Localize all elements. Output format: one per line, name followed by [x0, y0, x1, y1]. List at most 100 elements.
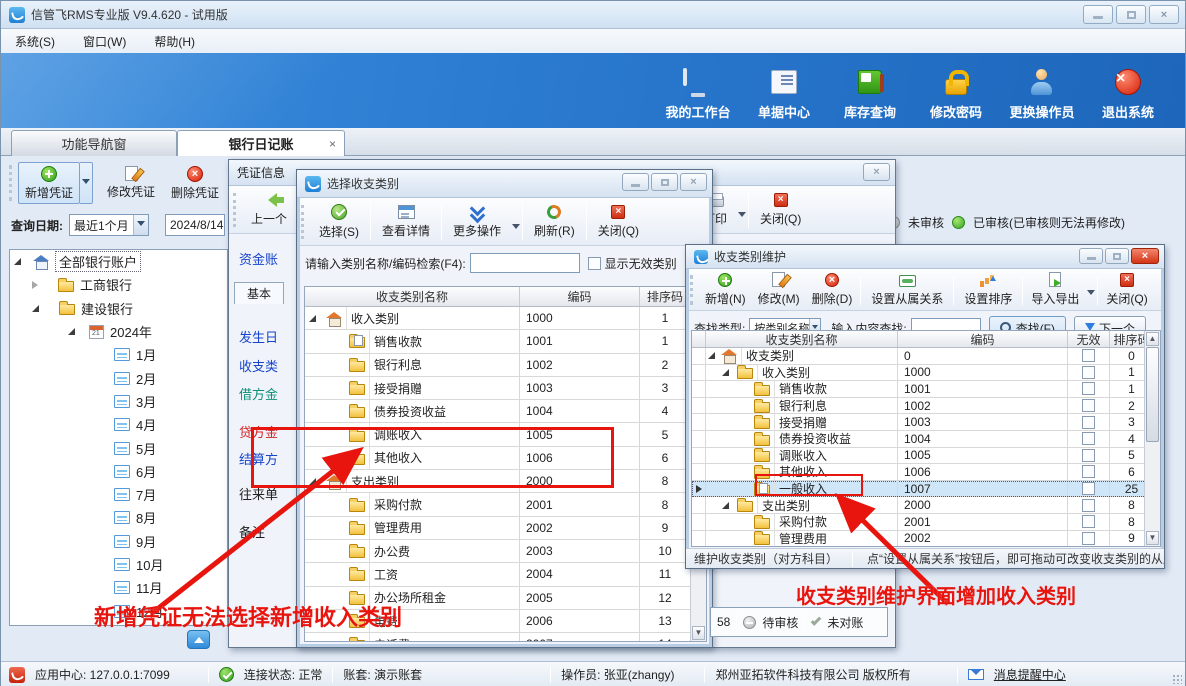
tree-item-2024年[interactable]: 2024年: [10, 320, 227, 343]
more-dropdown-icon[interactable]: [512, 224, 520, 233]
invalid-checkbox[interactable]: [1082, 449, 1095, 462]
expand-icon[interactable]: [32, 305, 39, 312]
import-export-button[interactable]: 导入导出: [1025, 268, 1085, 312]
table-row[interactable]: 工资200411: [305, 563, 706, 586]
voucher-close-toolbar-button[interactable]: × 关闭(Q): [751, 188, 810, 232]
column-header-2[interactable]: 编码: [898, 331, 1068, 347]
banner-nav-4[interactable]: 更换操作员: [999, 67, 1085, 121]
chevron-down-icon[interactable]: [133, 215, 148, 235]
menu-item-0[interactable]: 系统(S): [15, 33, 55, 50]
column-header-1[interactable]: 收支类别名称: [706, 331, 898, 347]
invalid-checkbox[interactable]: [1082, 416, 1095, 429]
expand-icon[interactable]: [708, 352, 715, 359]
refresh-button[interactable]: 刷新(R): [525, 200, 584, 244]
toolbar-drag-handle[interactable]: [690, 275, 693, 305]
scroll-up-icon[interactable]: ▲: [1146, 332, 1159, 346]
impexp-dropdown-icon[interactable]: [1087, 290, 1095, 299]
delete-voucher-button[interactable]: × 删除凭证: [163, 162, 227, 204]
voucher-close-button[interactable]: ×: [863, 163, 890, 181]
table-row[interactable]: 调账收入10055: [692, 448, 1160, 465]
table-row[interactable]: 债券投资收益10044: [305, 400, 706, 423]
dialog-close-toolbar-button[interactable]: × 关闭(Q): [589, 200, 648, 244]
invalid-checkbox[interactable]: [1082, 482, 1095, 495]
message-center-link[interactable]: 消息提醒中心: [994, 666, 1066, 683]
view-detail-button[interactable]: 查看详情: [373, 200, 439, 244]
invalid-checkbox[interactable]: [1082, 432, 1095, 445]
scroll-down-icon[interactable]: ▼: [1146, 531, 1159, 545]
tree-item-10月[interactable]: 10月: [10, 553, 227, 576]
tree-item-6月[interactable]: 6月: [10, 460, 227, 483]
banner-nav-1[interactable]: 单据中心: [741, 67, 827, 121]
table-row[interactable]: 采购付款20018: [692, 514, 1160, 531]
maintain-close-button[interactable]: × 关闭(Q): [1100, 268, 1153, 312]
expand-icon[interactable]: [68, 328, 75, 335]
table-row[interactable]: 接受捐赠10033: [305, 377, 706, 400]
select-button[interactable]: 选择(S): [310, 200, 368, 244]
toolbar-drag-handle[interactable]: [301, 205, 304, 239]
tab-function-nav[interactable]: 功能导航窗: [11, 130, 177, 156]
tab-close-icon[interactable]: ×: [329, 137, 336, 151]
column-header-3[interactable]: 无效: [1068, 331, 1110, 347]
table-row[interactable]: 收入类别10001: [305, 307, 706, 330]
scroll-thumb[interactable]: [1146, 347, 1159, 442]
invalid-checkbox[interactable]: [1082, 366, 1095, 379]
set-relation-button[interactable]: 设置从属关系: [863, 268, 951, 312]
dialog-maximize-button[interactable]: [1105, 248, 1129, 264]
tree-item-全部银行账户[interactable]: 全部银行账户: [10, 250, 227, 273]
query-range-select[interactable]: 最近1个月: [69, 214, 149, 236]
invalid-checkbox[interactable]: [1082, 399, 1095, 412]
tree-item-9月[interactable]: 9月: [10, 530, 227, 553]
table-row[interactable]: 接受捐赠10033: [692, 414, 1160, 431]
invalid-checkbox[interactable]: [1082, 515, 1095, 528]
tree-item-11月[interactable]: 11月: [10, 576, 227, 599]
table-row[interactable]: 收入类别10001: [692, 365, 1160, 382]
toolbar-drag-handle[interactable]: [233, 193, 236, 227]
tab-bank-journal[interactable]: 银行日记账 ×: [177, 130, 345, 156]
table-row[interactable]: 债券投资收益10044: [692, 431, 1160, 448]
vertical-scrollbar[interactable]: ▲▼: [1144, 331, 1160, 546]
toolbar-drag-handle[interactable]: [9, 165, 12, 201]
voucher-tab-basic[interactable]: 基本: [234, 282, 284, 304]
invalid-checkbox[interactable]: [1082, 382, 1095, 395]
banner-nav-3[interactable]: 修改密码: [913, 67, 999, 121]
tree-item-3月[interactable]: 3月: [10, 390, 227, 413]
invalid-checkbox[interactable]: [1082, 465, 1095, 478]
minimize-button[interactable]: [1083, 5, 1113, 24]
close-button[interactable]: ×: [1149, 5, 1179, 24]
table-row[interactable]: 银行利息10022: [692, 398, 1160, 415]
collapse-icon[interactable]: [32, 281, 38, 289]
edit-voucher-button[interactable]: 修改凭证: [99, 162, 163, 204]
table-row[interactable]: 管理费用20029: [692, 531, 1160, 547]
category-search-input[interactable]: [470, 253, 580, 273]
add-voucher-button[interactable]: 新增凭证: [18, 162, 80, 204]
expand-icon[interactable]: [722, 369, 729, 376]
invalid-checkbox[interactable]: [1082, 499, 1095, 512]
table-row[interactable]: 采购付款20018: [305, 493, 706, 516]
add-category-button[interactable]: 新增(N): [699, 268, 752, 312]
tree-item-1月[interactable]: 1月: [10, 343, 227, 366]
column-header-2[interactable]: 排序码: [640, 287, 691, 306]
expand-icon[interactable]: [14, 258, 21, 265]
set-sort-button[interactable]: 设置排序: [956, 268, 1020, 312]
dialog-close-button[interactable]: ×: [680, 173, 707, 191]
table-row[interactable]: 管理费用20029: [305, 517, 706, 540]
dialog-close-button[interactable]: ×: [1131, 248, 1159, 264]
edit-category-button[interactable]: 修改(M): [752, 268, 806, 312]
table-row[interactable]: 支出类别20008: [692, 497, 1160, 514]
invalid-checkbox[interactable]: [1082, 532, 1095, 545]
table-row[interactable]: 销售收款10011: [305, 330, 706, 353]
tree-item-工商银行[interactable]: 工商银行: [10, 273, 227, 296]
banner-nav-2[interactable]: 库存查询: [827, 67, 913, 121]
table-row[interactable]: 办公费200310: [305, 540, 706, 563]
resize-grip[interactable]: [1172, 674, 1182, 684]
menu-item-1[interactable]: 窗口(W): [83, 33, 126, 50]
scroll-down-icon[interactable]: ▼: [692, 626, 705, 640]
delete-category-button[interactable]: × 删除(D): [806, 268, 859, 312]
add-voucher-dropdown[interactable]: [80, 162, 93, 204]
table-row[interactable]: 电话费200714: [305, 633, 706, 642]
dialog-maximize-button[interactable]: [651, 173, 678, 191]
column-header-1[interactable]: 编码: [520, 287, 640, 306]
tree-item-5月[interactable]: 5月: [10, 436, 227, 459]
maximize-button[interactable]: [1116, 5, 1146, 24]
dialog-minimize-button[interactable]: [622, 173, 649, 191]
